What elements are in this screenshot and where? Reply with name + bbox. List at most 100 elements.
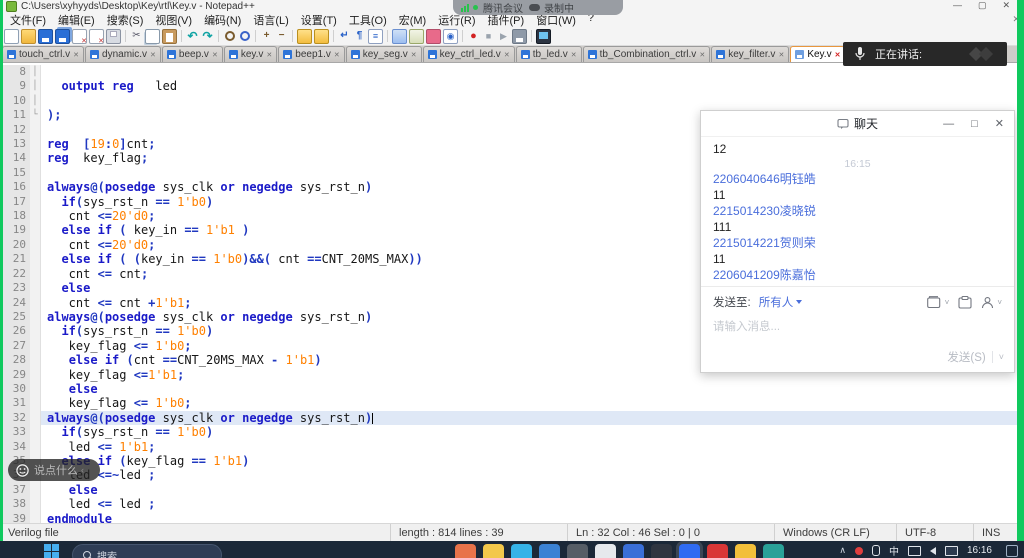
chat-maximize-button[interactable]: □	[971, 118, 978, 130]
fold-margin[interactable]	[30, 497, 41, 511]
chevron-down-icon[interactable]: ˅	[997, 298, 1002, 307]
menu-item-7[interactable]: 工具(O)	[343, 12, 393, 28]
tray-microphone-icon[interactable]	[872, 545, 880, 556]
replace-icon[interactable]	[238, 30, 251, 43]
tab-close-icon[interactable]: ✕	[411, 51, 417, 59]
showall-icon[interactable]: ¶	[353, 30, 366, 43]
close-icon[interactable]	[72, 29, 87, 44]
tab-key_ctrl_led.v[interactable]: key_ctrl_led.v✕	[423, 46, 515, 62]
stop-icon[interactable]: ■	[482, 30, 495, 43]
code-text[interactable]: led <=~led ;	[41, 468, 1024, 482]
tab-close-icon[interactable]: ✕	[835, 51, 841, 59]
fold-margin[interactable]	[30, 324, 41, 338]
play-icon[interactable]: ▶	[497, 30, 510, 43]
menu-item-2[interactable]: 搜索(S)	[101, 12, 150, 28]
tab-touch_ctrl.v[interactable]: touch_ctrl.v✕	[2, 46, 84, 62]
fold-margin[interactable]	[30, 339, 41, 353]
tab-beep1.v[interactable]: beep1.v✕	[278, 46, 344, 62]
fold-margin[interactable]	[30, 382, 41, 396]
taskbar-search[interactable]: 搜索	[72, 544, 222, 558]
redo-icon[interactable]: ↷	[201, 30, 214, 43]
tab-key.v[interactable]: key.v✕	[224, 46, 277, 62]
fold-margin[interactable]	[30, 281, 41, 295]
tab-close-icon[interactable]: ✕	[778, 51, 784, 59]
code-text[interactable]: else	[41, 483, 1024, 497]
menu-item-6[interactable]: 设置(T)	[295, 12, 343, 28]
tab-tb_Combination_ctrl.v[interactable]: tb_Combination_ctrl.v✕	[583, 46, 711, 62]
tab-close-icon[interactable]: ✕	[73, 51, 79, 59]
tab-key_seg.v[interactable]: key_seg.v✕	[346, 46, 422, 62]
fold-margin[interactable]: │	[30, 79, 41, 93]
eye-icon[interactable]: ◉	[443, 29, 458, 44]
code-text[interactable]: if(sys_rst_n == 1'b0)	[41, 425, 1024, 439]
fold-margin[interactable]	[30, 238, 41, 252]
danmaku-input-pill[interactable]: 说点什么 ‹	[8, 459, 100, 481]
taskbar-app-thunder-app[interactable]	[707, 544, 728, 558]
chevron-down-icon[interactable]: ˅	[945, 298, 950, 307]
guide-icon[interactable]: ≡	[368, 29, 383, 44]
find-icon[interactable]	[223, 30, 236, 43]
zoomout-icon[interactable]: −	[275, 30, 288, 43]
save-icon[interactable]	[38, 29, 53, 44]
fold-margin[interactable]	[30, 310, 41, 324]
menu-item-4[interactable]: 编码(N)	[198, 12, 247, 28]
code-text[interactable]: always@(posedge sys_clk or negedge sys_r…	[41, 411, 1024, 425]
fold-margin[interactable]	[30, 353, 41, 367]
tab-close-icon[interactable]: ✕	[266, 51, 272, 59]
taskbar-app-grid-app[interactable]	[763, 544, 784, 558]
taskbar-app-wps-office[interactable]	[595, 544, 616, 558]
code-text[interactable]: led <= led ;	[41, 497, 1024, 511]
saveall-icon[interactable]	[55, 29, 70, 44]
tray-recording-icon[interactable]	[855, 547, 863, 555]
ime-language-indicator[interactable]: 中	[889, 543, 899, 558]
new-icon[interactable]	[4, 29, 19, 44]
meeting-status-pill[interactable]: 腾讯会议 录制中	[453, 0, 623, 15]
savemacro-icon[interactable]	[512, 29, 527, 44]
close-button[interactable]: ✕	[1002, 0, 1010, 11]
tab-close-icon[interactable]: ✕	[699, 51, 705, 59]
taskbar-app-edge-browser[interactable]	[511, 544, 532, 558]
tab-close-icon[interactable]: ✕	[334, 51, 340, 59]
taskbar-app-file-explorer[interactable]	[483, 544, 504, 558]
taskbar-app-mail-app[interactable]	[539, 544, 560, 558]
taskbar-app-tencent-meeting[interactable]	[679, 544, 700, 558]
fold-margin[interactable]	[30, 296, 41, 310]
tab-dynamic.v[interactable]: dynamic.v✕	[85, 46, 161, 62]
code-text[interactable]	[41, 65, 1024, 79]
code-text[interactable]: key_flag <= 1'b0;	[41, 396, 1024, 410]
chat-minimize-button[interactable]: —	[943, 118, 954, 130]
volume-icon[interactable]	[930, 547, 936, 555]
code-text[interactable]	[41, 94, 1024, 108]
maximize-button[interactable]: ▢	[978, 0, 987, 11]
funclist-icon[interactable]	[392, 29, 407, 44]
fold-margin[interactable]	[30, 252, 41, 266]
code-text[interactable]: else if (key_flag == 1'b1)	[41, 454, 1024, 468]
tab-beep.v[interactable]: beep.v✕	[162, 46, 223, 62]
sync-icon[interactable]	[297, 29, 312, 44]
fold-margin[interactable]	[30, 512, 41, 523]
tray-expand-icon[interactable]: ∧	[839, 545, 846, 556]
menu-item-5[interactable]: 语言(L)	[247, 12, 294, 28]
send-to-selector[interactable]: 所有人	[759, 294, 803, 310]
start-button[interactable]	[44, 544, 59, 558]
fold-margin[interactable]: │	[30, 94, 41, 108]
fold-margin[interactable]: │	[30, 65, 41, 79]
undo-icon[interactable]: ↶	[186, 30, 199, 43]
print-icon[interactable]	[106, 29, 121, 44]
menu-item-1[interactable]: 编辑(E)	[52, 12, 101, 28]
status-encoding[interactable]: UTF-8	[897, 524, 974, 541]
fold-margin[interactable]: └	[30, 108, 41, 122]
code-text[interactable]: led <= 1'b1;	[41, 440, 1024, 454]
monitor-icon[interactable]	[536, 29, 551, 44]
status-eol-format[interactable]: Windows (CR LF)	[775, 524, 897, 541]
sync2-icon[interactable]	[314, 29, 329, 44]
code-text[interactable]: endmodule	[41, 512, 1024, 523]
tab-close-icon[interactable]: ✕	[504, 51, 510, 59]
paste-icon[interactable]	[162, 29, 177, 44]
rec-icon[interactable]: ●	[467, 30, 480, 43]
fold-margin[interactable]	[30, 123, 41, 137]
open-icon[interactable]	[21, 29, 36, 44]
fold-margin[interactable]	[30, 440, 41, 454]
fold-margin[interactable]	[30, 180, 41, 194]
tab-close-icon[interactable]: ✕	[212, 51, 218, 59]
